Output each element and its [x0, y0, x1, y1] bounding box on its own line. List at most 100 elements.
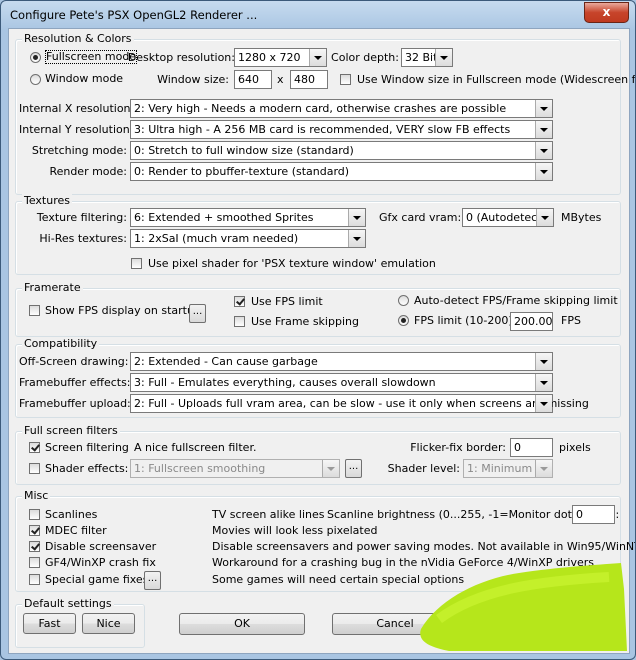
internal-x-label: Internal X resolution:	[19, 102, 135, 115]
scanlines-label[interactable]: Scanlines	[45, 508, 97, 522]
chevron-down-icon	[535, 353, 552, 370]
framebuffer-effects-value: 3: Full - Emulates everything, causes ov…	[134, 376, 436, 389]
show-fps-checkbox[interactable]	[29, 305, 40, 316]
nice-label: Nice	[96, 617, 121, 630]
close-button[interactable]: x	[584, 2, 629, 23]
framebuffer-upload-label: Framebuffer upload:	[19, 397, 131, 410]
use-window-size-label[interactable]: Use Window size in Fullscreen mode (Wide…	[357, 73, 635, 87]
fps-display-options-button[interactable]: ...	[189, 304, 206, 323]
window-height-input[interactable]: 480	[290, 70, 328, 89]
shader-effects-checkbox[interactable]	[29, 463, 40, 474]
close-icon: x	[602, 5, 611, 19]
shader-options-button[interactable]: ...	[345, 459, 362, 478]
color-depth-select[interactable]: 32 Bit	[401, 48, 453, 67]
chevron-down-icon	[535, 460, 552, 477]
shader-level-value: 1: Minimum	[467, 462, 533, 475]
flicker-fix-input[interactable]: 0	[510, 438, 553, 457]
chevron-down-icon	[535, 163, 552, 180]
framebuffer-effects-label: Framebuffer effects:	[19, 376, 131, 389]
chevron-down-icon	[435, 49, 452, 66]
chevron-down-icon	[348, 230, 365, 247]
disable-screensaver-label[interactable]: Disable screensaver	[45, 540, 156, 554]
gfx-vram-select[interactable]: 0 (Autodetect)	[462, 208, 554, 227]
shader-effects-select[interactable]: 1: Fullscreen smoothing	[130, 459, 340, 478]
window-width-value: 640	[238, 73, 259, 86]
window-width-input[interactable]: 640	[234, 70, 272, 89]
crash-fix-checkbox[interactable]	[29, 557, 40, 568]
hires-textures-select[interactable]: 1: 2xSaI (much vram needed)	[130, 229, 366, 248]
texture-filtering-label: Texture filtering:	[36, 211, 127, 224]
autodetect-fps-radio[interactable]	[398, 295, 409, 306]
use-fps-limit-label[interactable]: Use FPS limit	[251, 295, 323, 309]
screen-filtering-label[interactable]: Screen filtering	[45, 441, 129, 455]
pixels-label: pixels	[559, 441, 591, 454]
hires-textures-value: 1: 2xSaI (much vram needed)	[134, 232, 299, 245]
window-mode-radio[interactable]	[30, 74, 41, 85]
title-bar[interactable]: Configure Pete's PSX OpenGL2 Renderer ..…	[1, 1, 635, 27]
redaction-scribble	[420, 563, 627, 651]
internal-x-select[interactable]: 2: Very high - Needs a modern card, othe…	[130, 99, 553, 118]
use-fps-limit-checkbox[interactable]	[234, 296, 245, 307]
scanlines-description: TV screen alike lines	[212, 508, 325, 521]
internal-y-select[interactable]: 3: Ultra high - A 256 MB card is recomme…	[130, 120, 553, 139]
window-size-label: Window size:	[157, 73, 229, 86]
texture-filtering-select[interactable]: 6: Extended + smoothed Sprites	[130, 208, 366, 227]
flicker-fix-value: 0	[514, 441, 521, 454]
mdec-filter-checkbox[interactable]	[29, 525, 40, 536]
desktop-resolution-select[interactable]: 1280 x 720	[234, 48, 327, 67]
dots-icon: ...	[147, 573, 158, 584]
offscreen-drawing-value: 2: Extended - Can cause garbage	[134, 355, 318, 368]
special-game-fixes-label[interactable]: Special game fixes	[45, 573, 148, 587]
fps-limit-input[interactable]: 200.00	[510, 312, 553, 331]
ok-button[interactable]: OK	[179, 613, 305, 635]
crash-fix-label[interactable]: GF4/WinXP crash fix	[45, 556, 156, 570]
desktop-resolution-value: 1280 x 720	[238, 51, 301, 64]
screen-filtering-checkbox[interactable]	[29, 442, 40, 453]
game-fixes-options-button[interactable]: ...	[144, 571, 161, 590]
render-mode-value: 0: Render to pbuffer-texture (standard)	[134, 165, 350, 178]
gfx-vram-value: 0 (Autodetect)	[466, 211, 546, 224]
scanlines-checkbox[interactable]	[29, 509, 40, 520]
desktop-resolution-label: Desktop resolution:	[127, 51, 235, 64]
scanline-brightness-input[interactable]: 0	[572, 505, 615, 524]
framebuffer-upload-select[interactable]: 2: Full - Uploads full vram area, can be…	[130, 394, 589, 413]
shader-effects-value: 1: Fullscreen smoothing	[134, 462, 266, 475]
special-game-fixes-checkbox[interactable]	[29, 574, 40, 585]
x-separator: x	[277, 73, 284, 86]
pixel-shader-checkbox[interactable]	[131, 258, 142, 269]
framerate-group-title: Framerate	[22, 281, 83, 294]
shader-effects-label[interactable]: Shader effects:	[45, 462, 128, 476]
fullscreen-filters-group-title: Full screen filters	[22, 424, 120, 437]
internal-x-value: 2: Very high - Needs a modern card, othe…	[134, 102, 507, 115]
misc-group-title: Misc	[22, 489, 51, 502]
compatibility-group-title: Compatibility	[22, 337, 100, 350]
shader-level-select[interactable]: 1: Minimum	[463, 459, 553, 478]
render-mode-select[interactable]: 0: Render to pbuffer-texture (standard)	[130, 162, 553, 181]
nice-preset-button[interactable]: Nice	[82, 613, 135, 634]
offscreen-drawing-select[interactable]: 2: Extended - Can cause garbage	[130, 352, 553, 371]
mdec-filter-label[interactable]: MDEC filter	[45, 524, 107, 538]
stretching-select[interactable]: 0: Stretch to full window size (standard…	[130, 141, 553, 160]
use-window-size-checkbox[interactable]	[340, 74, 351, 85]
fast-preset-button[interactable]: Fast	[23, 613, 76, 634]
show-fps-label[interactable]: Show FPS display on startup	[45, 304, 201, 318]
dots-icon: ...	[192, 306, 203, 317]
resolution-group-title: Resolution & Colors	[22, 32, 134, 45]
screen-filtering-description: A nice fullscreen filter.	[134, 441, 257, 454]
disable-screensaver-description: Disable screensavers and power saving mo…	[212, 540, 636, 553]
color-depth-value: 32 Bit	[405, 51, 438, 64]
fullscreen-label[interactable]: Fullscreen mode	[45, 50, 138, 64]
pixel-shader-label[interactable]: Use pixel shader for 'PSX texture window…	[148, 257, 436, 271]
use-frame-skipping-label[interactable]: Use Frame skipping	[251, 315, 359, 329]
shader-level-label: Shader level:	[387, 462, 460, 475]
autodetect-fps-label[interactable]: Auto-detect FPS/Frame skipping limit	[414, 294, 618, 308]
disable-screensaver-checkbox[interactable]	[29, 541, 40, 552]
framebuffer-effects-select[interactable]: 3: Full - Emulates everything, causes ov…	[130, 373, 553, 392]
fullscreen-radio[interactable]	[30, 52, 41, 63]
fps-limit-value: 200.00	[514, 315, 553, 328]
gfx-vram-label: Gfx card vram:	[379, 211, 462, 224]
use-frame-skipping-checkbox[interactable]	[234, 316, 245, 327]
fps-limit-radio[interactable]	[398, 315, 409, 326]
window-mode-label[interactable]: Window mode	[45, 72, 123, 86]
fps-limit-label[interactable]: FPS limit (10-200) :	[414, 314, 520, 328]
